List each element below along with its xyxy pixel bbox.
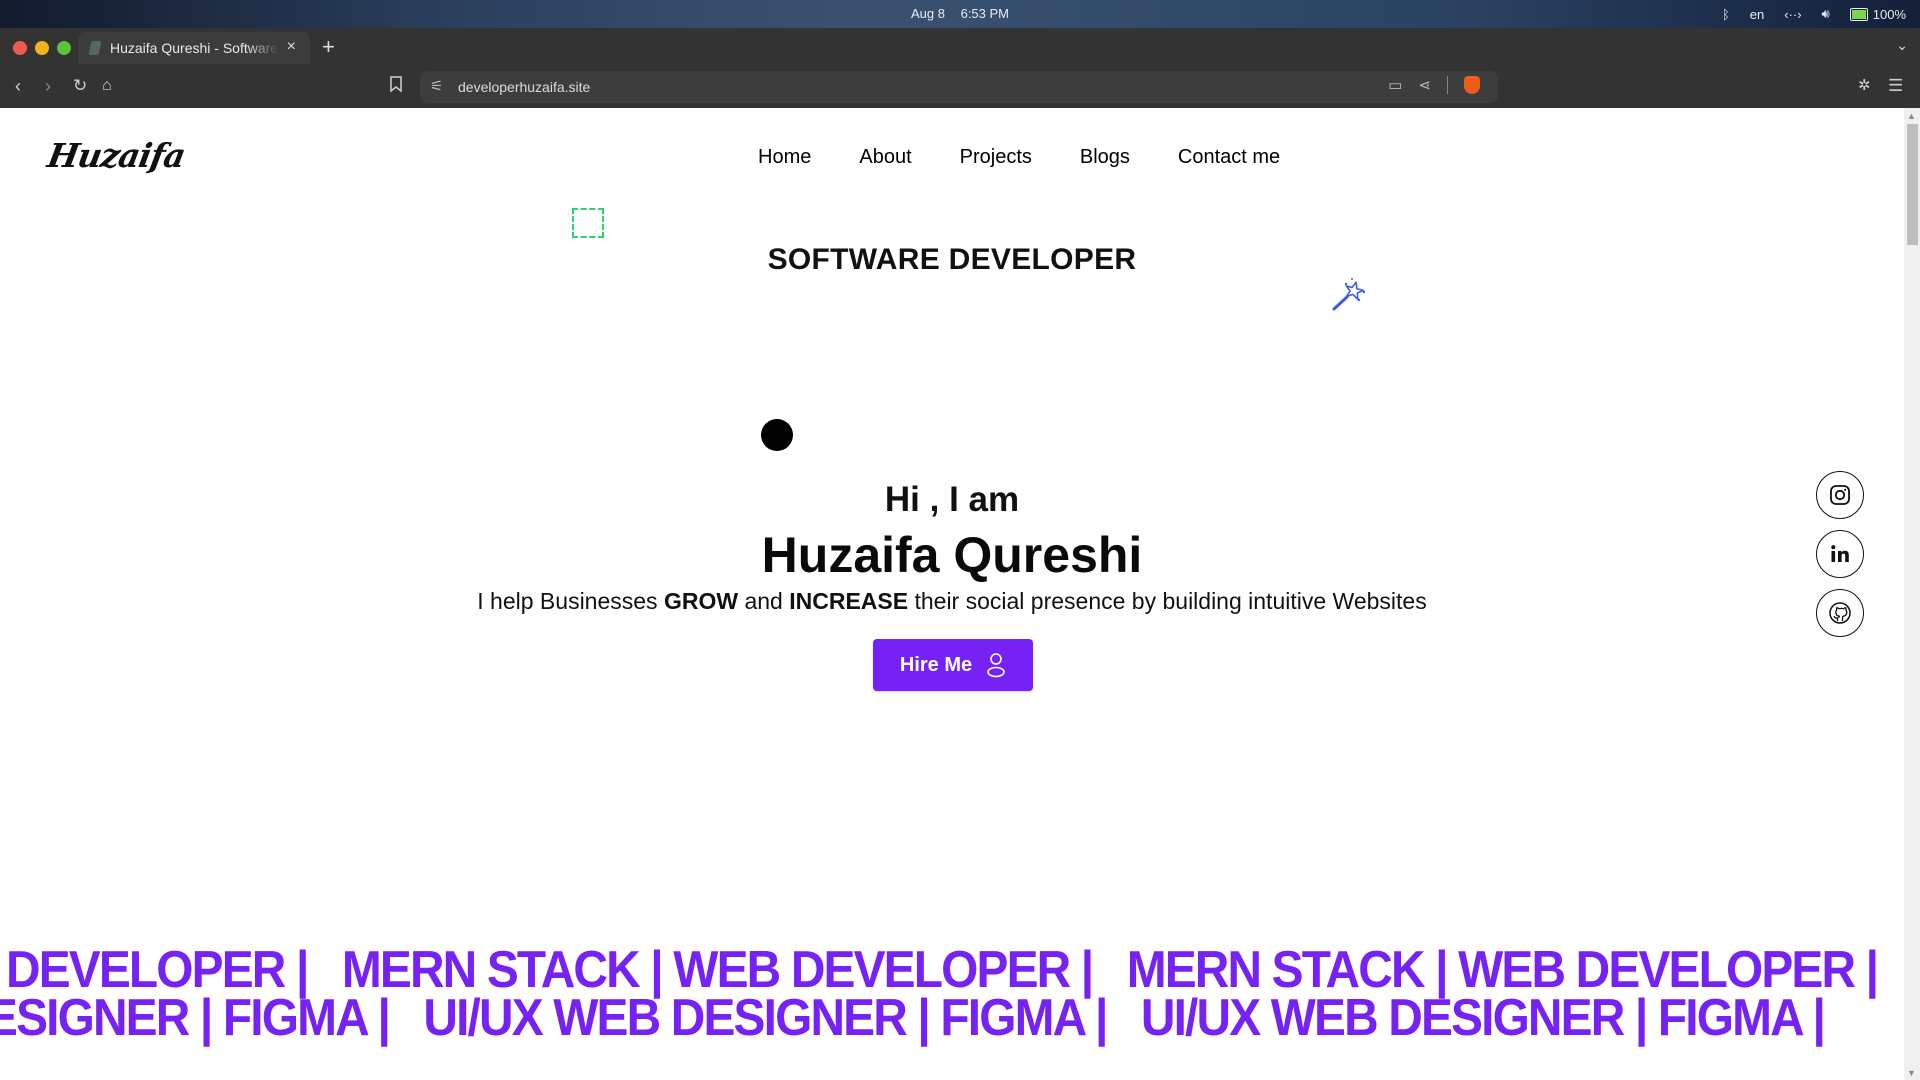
os-menu-bar: Aug 8 6:53 PM ᛒ en ‹··› 🔊︎ 100% [0,0,1920,28]
language-indicator[interactable]: en [1750,7,1764,22]
volume-icon[interactable]: 🔊︎ [1822,6,1830,22]
nav-about[interactable]: About [859,146,911,169]
skills-marquee-row-2: ESIGNER | FIGMA | UI/UX WEB DESIGNER | F… [0,989,1826,1047]
tab-list-chevron-down-icon[interactable]: ⌄ [1896,37,1908,54]
battery-percent: 100% [1872,6,1906,22]
site-settings-icon[interactable]: ⚟ [430,77,443,95]
window-close-button[interactable] [13,41,27,55]
nav-contact[interactable]: Contact me [1178,146,1280,169]
address-bar[interactable]: ⚟ developerhuzaifa.site ▭ ⋖ [420,71,1498,103]
dashed-frame-decoration [572,208,604,238]
forward-button[interactable]: › [45,76,51,96]
scroll-down-arrow-icon[interactable]: ▼ [1907,1068,1916,1078]
date-text: Aug 8 [910,6,945,21]
cursor-dot-decoration [761,419,793,451]
nav-blogs[interactable]: Blogs [1080,146,1130,169]
menu-hamburger-icon[interactable]: ☰ [1888,76,1903,96]
tagline-emphasis-increase: INCREASE [789,588,909,614]
window-minimize-button[interactable] [35,41,49,55]
scroll-up-arrow-icon[interactable]: ▲ [1907,111,1916,121]
network-icon[interactable]: ‹··› [1784,7,1801,22]
clock[interactable]: Aug 8 6:53 PM [0,6,1920,21]
magic-wand-icon [1332,278,1366,311]
address-bar-actions: ▭ ⋖ [1388,76,1480,94]
favicon-icon [88,41,102,55]
tab-close-button[interactable]: × [287,38,296,56]
github-icon [1829,602,1851,624]
window-maximize-button[interactable] [57,41,71,55]
system-tray: ᛒ en ‹··› 🔊︎ 100% [1722,6,1906,22]
hero-name: Huzaifa Qureshi [761,527,1143,583]
role-heading: SOFTWARE DEVELOPER [767,243,1137,276]
bookmark-icon [390,76,402,93]
browser-toolbar: ‹ › ↻ ⌂ ⚟ developerhuzaifa.site ▭ ⋖ ✲ ☰ [0,66,1920,108]
hire-me-button[interactable]: Hire Me [873,639,1033,691]
greeting-text: Hi , I am [884,480,1020,519]
github-link[interactable] [1816,589,1864,637]
tagline-part: their social presence by building intuit… [908,588,1427,614]
back-button[interactable]: ‹ [15,76,21,96]
browser-tab-active[interactable]: Huzaifa Qureshi - Software Developer × [78,32,310,64]
web-page: Huzaifa Home About Projects Blogs Contac… [0,108,1904,1080]
time-text: 6:53 PM [960,6,1010,21]
browser-tab-bar: Huzaifa Qureshi - Software Developer × +… [0,28,1920,66]
bookmark-button[interactable] [390,76,402,98]
nav-projects[interactable]: Projects [960,146,1032,169]
tab-title: Huzaifa Qureshi - Software Developer [110,40,280,56]
instagram-icon [1830,485,1850,505]
main-nav: Home About Projects Blogs Contact me [758,146,1280,169]
nav-home[interactable]: Home [758,146,811,169]
scrollbar-thumb[interactable] [1907,124,1918,245]
share-icon[interactable]: ⋖ [1418,76,1431,94]
new-tab-button[interactable]: + [322,34,335,60]
linkedin-link[interactable] [1816,530,1864,578]
site-logo[interactable]: Huzaifa [45,136,188,175]
linkedin-icon [1831,545,1849,562]
tagline-emphasis-grow: GROW [663,588,739,614]
tagline-part: and [738,588,790,614]
page-scrollbar[interactable]: ▲ ▼ [1904,108,1920,1080]
install-app-icon[interactable]: ▭ [1388,76,1402,94]
tagline-part: I help Businesses [477,588,664,614]
divider [1447,76,1448,94]
user-icon [987,653,1005,678]
brave-shields-icon[interactable] [1464,76,1480,94]
hire-me-label: Hire Me [899,653,973,676]
home-button[interactable]: ⌂ [102,76,112,96]
hero-tagline: I help Businesses GROW and INCREASE thei… [0,588,1904,615]
bluetooth-icon[interactable]: ᛒ [1722,7,1730,22]
battery-indicator[interactable]: 100% [1849,6,1906,22]
reload-button[interactable]: ↻ [73,76,87,96]
battery-icon [1849,7,1868,21]
instagram-link[interactable] [1816,471,1864,519]
extensions-icon[interactable]: ✲ [1858,76,1871,96]
url-text[interactable]: developerhuzaifa.site [458,79,590,95]
